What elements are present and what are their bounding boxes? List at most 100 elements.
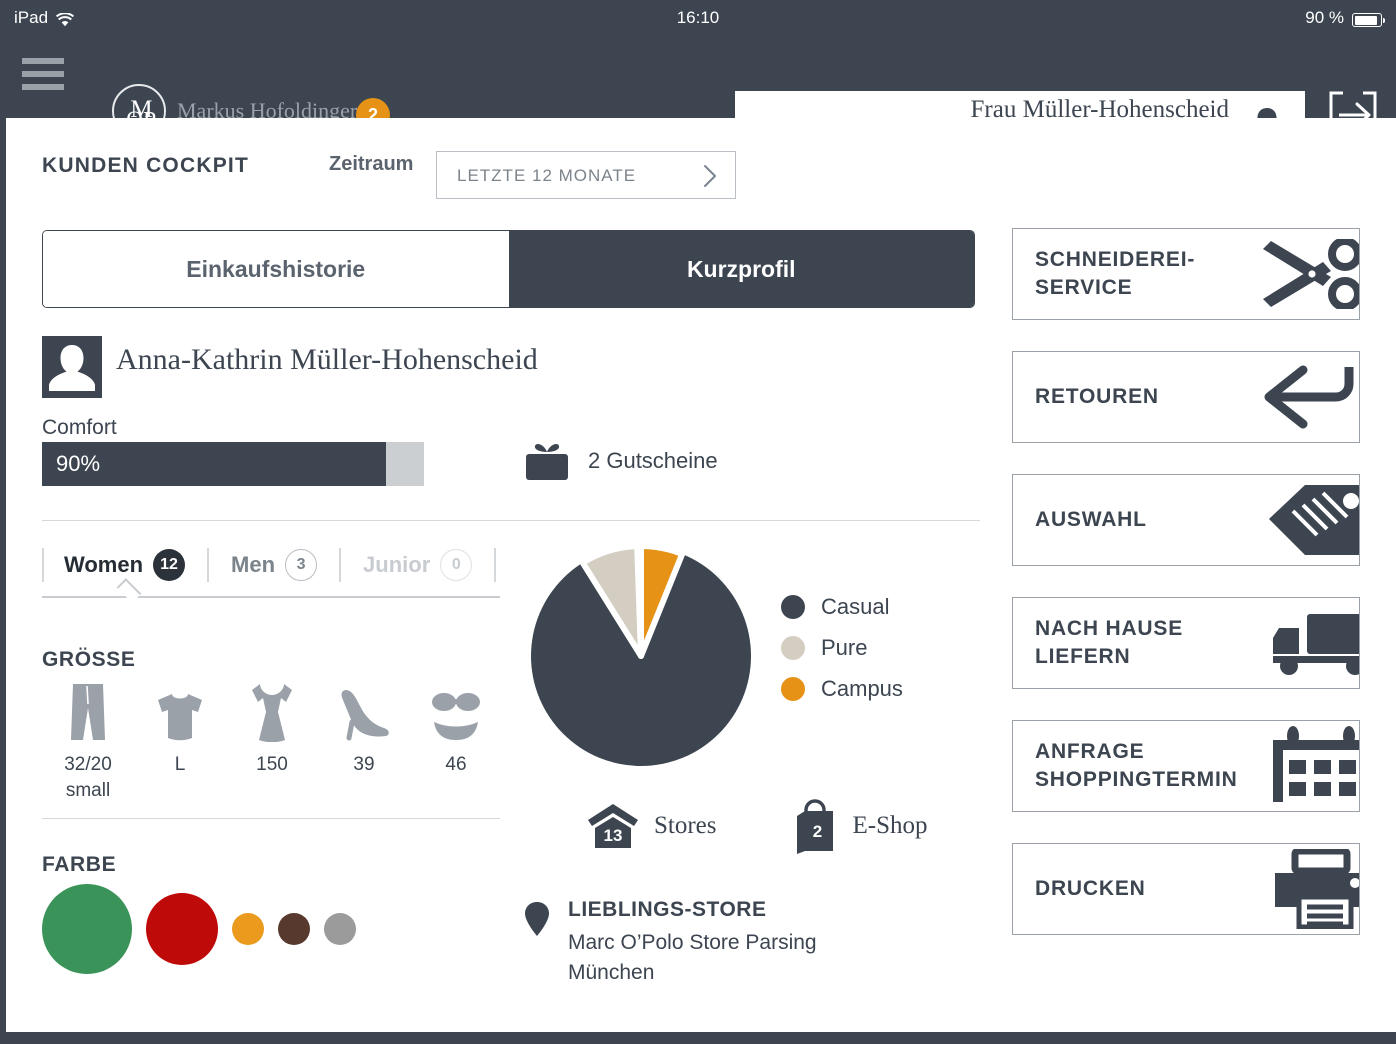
trousers-icon xyxy=(42,680,134,742)
size-item-tshirt[interactable]: L xyxy=(134,680,226,804)
battery-percent-label: 90 % xyxy=(1305,8,1344,27)
customer-full-name: Anna-Kathrin Müller-Hohenscheid xyxy=(116,343,538,376)
action-label-nach-hause-liefern: NACH HAUSE LIEFERN xyxy=(1035,617,1184,668)
stores-count: 13 xyxy=(603,826,623,845)
size-item-dress[interactable]: 150 xyxy=(226,680,318,804)
favorite-store-name: Marc O’Polo Store Parsing xyxy=(568,931,817,954)
dress-icon xyxy=(226,680,318,742)
action-anfrage-shoppingtermin[interactable]: ANFRAGE SHOPPINGTERMIN xyxy=(1012,720,1360,812)
size-label-tshirt: L xyxy=(174,754,186,775)
tshirt-icon xyxy=(134,680,226,742)
favorite-store: LIEBLINGS-STORE Marc O’Polo Store Parsin… xyxy=(524,898,817,988)
page-body: KUNDEN COCKPIT Zeitraum LETZTE 12 MONATE… xyxy=(6,118,1396,1038)
channel-stores: 13 Stores xyxy=(586,802,717,850)
size-item-shoe[interactable]: 39 xyxy=(318,680,410,804)
color-dot-green[interactable] xyxy=(42,884,132,974)
timeframe-select[interactable]: LETZTE 12 MONATE xyxy=(436,151,736,199)
action-auswahl[interactable]: AUSWAHL xyxy=(1012,474,1360,566)
category-segments: Women 12 Men 3 Junior 0 xyxy=(42,542,500,588)
hamburger-menu-icon[interactable] xyxy=(22,58,64,94)
shopping-bag-icon: 2 xyxy=(791,798,839,854)
voucher-row[interactable]: 2 Gutscheine xyxy=(524,438,718,484)
sizes-section-title: GRÖSSE xyxy=(42,648,136,671)
action-label-drucken: DRUCKEN xyxy=(1035,877,1146,900)
legend-item-casual: Casual xyxy=(781,586,903,627)
legend-swatch-casual xyxy=(781,594,805,619)
calendar-icon xyxy=(1271,726,1359,806)
favorite-store-title: LIEBLINGS-STORE xyxy=(568,898,767,921)
action-retouren[interactable]: RETOUREN xyxy=(1012,351,1360,443)
action-list: SCHNEIDEREI- SERVICE RETOUREN AUSWAHL NA… xyxy=(1012,228,1362,966)
style-distribution-pie-chart xyxy=(521,536,761,776)
pie-chart-legend: Casual Pure Campus xyxy=(781,586,903,709)
comfort-progress-bar: 90% xyxy=(42,442,424,486)
segment-underline xyxy=(42,596,500,598)
price-tag-icon xyxy=(1265,483,1359,557)
chevron-right-icon xyxy=(703,164,717,188)
sizes-row: 32/20 small L 150 39 46 xyxy=(42,680,502,804)
legend-label-campus: Campus xyxy=(821,675,903,701)
store-house-icon: 13 xyxy=(586,802,640,850)
divider xyxy=(42,818,500,819)
size-label-dress: 150 xyxy=(256,754,288,775)
gift-icon xyxy=(524,438,570,484)
map-pin-icon xyxy=(524,901,550,988)
battery-icon xyxy=(1352,13,1385,27)
segment-men-count: 3 xyxy=(285,549,318,581)
segment-women[interactable]: Women 12 xyxy=(42,548,207,582)
ios-status-bar: iPad 16:10 90 % xyxy=(0,0,1396,36)
legend-label-casual: Casual xyxy=(821,593,890,619)
action-label-anfrage-shoppingtermin: ANFRAGE SHOPPINGTERMIN xyxy=(1035,740,1238,791)
voucher-text: 2 Gutscheine xyxy=(588,448,718,473)
timeframe-value: LETZTE 12 MONATE xyxy=(457,166,637,185)
colors-section-title: FARBE xyxy=(42,853,117,876)
stores-label: Stores xyxy=(654,812,717,839)
printer-icon xyxy=(1269,849,1359,929)
legend-swatch-pure xyxy=(781,635,805,660)
size-label-shoe: 39 xyxy=(353,754,375,775)
channel-eshop: 2 E-Shop xyxy=(791,798,928,854)
segment-women-label: Women xyxy=(64,552,144,577)
tab-kurzprofil[interactable]: Kurzprofil xyxy=(508,231,974,307)
legend-item-campus: Campus xyxy=(781,668,903,709)
swimwear-icon xyxy=(410,680,502,742)
size-item-swimwear[interactable]: 46 xyxy=(410,680,502,804)
color-dot-red[interactable] xyxy=(146,893,218,965)
profile-tabbar: Einkaufshistorie Kurzprofil xyxy=(42,230,975,308)
purchase-channels: 13 Stores 2 E-Shop xyxy=(586,798,928,854)
timeframe-label: Zeitraum xyxy=(329,153,414,175)
segment-junior-count: 0 xyxy=(440,549,473,581)
legend-swatch-campus xyxy=(781,676,805,701)
scissors-icon xyxy=(1259,239,1359,309)
legend-label-pure: Pure xyxy=(821,634,868,660)
size-item-trousers[interactable]: 32/20 small xyxy=(42,680,134,804)
action-nach-hause-liefern[interactable]: NACH HAUSE LIEFERN xyxy=(1012,597,1360,689)
segment-men[interactable]: Men 3 xyxy=(207,548,339,582)
colors-row xyxy=(42,884,502,974)
status-clock: 16:10 xyxy=(676,8,720,27)
delivery-truck-icon xyxy=(1263,610,1359,676)
size-label-trousers: 32/20 small xyxy=(64,754,112,801)
action-schneiderei-service[interactable]: SCHNEIDEREI- SERVICE xyxy=(1012,228,1360,320)
segment-women-count: 12 xyxy=(153,549,186,581)
segment-junior-label: Junior xyxy=(363,552,431,577)
divider xyxy=(42,520,980,521)
tab-einkaufshistorie[interactable]: Einkaufshistorie xyxy=(43,231,509,307)
color-dot-orange[interactable] xyxy=(232,913,264,945)
page-title: KUNDEN COCKPIT xyxy=(42,154,249,177)
segment-men-label: Men xyxy=(231,552,276,577)
eshop-count: 2 xyxy=(812,822,823,841)
segment-end-divider xyxy=(494,548,497,582)
action-label-auswahl: AUSWAHL xyxy=(1035,508,1147,531)
color-dot-grey[interactable] xyxy=(324,913,356,945)
comfort-label: Comfort xyxy=(42,416,117,439)
color-dot-brown[interactable] xyxy=(278,913,310,945)
segment-junior[interactable]: Junior 0 xyxy=(339,548,494,582)
action-label-schneiderei-service: SCHNEIDEREI- SERVICE xyxy=(1035,248,1196,299)
legend-item-pure: Pure xyxy=(781,627,903,668)
comfort-progress-value: 90% xyxy=(56,451,101,476)
action-drucken[interactable]: DRUCKEN xyxy=(1012,843,1360,935)
app-root: iPad 16:10 90 % M O P Ma xyxy=(0,0,1396,1044)
status-right: 90 % xyxy=(1305,0,1385,36)
favorite-store-city: München xyxy=(568,961,655,984)
